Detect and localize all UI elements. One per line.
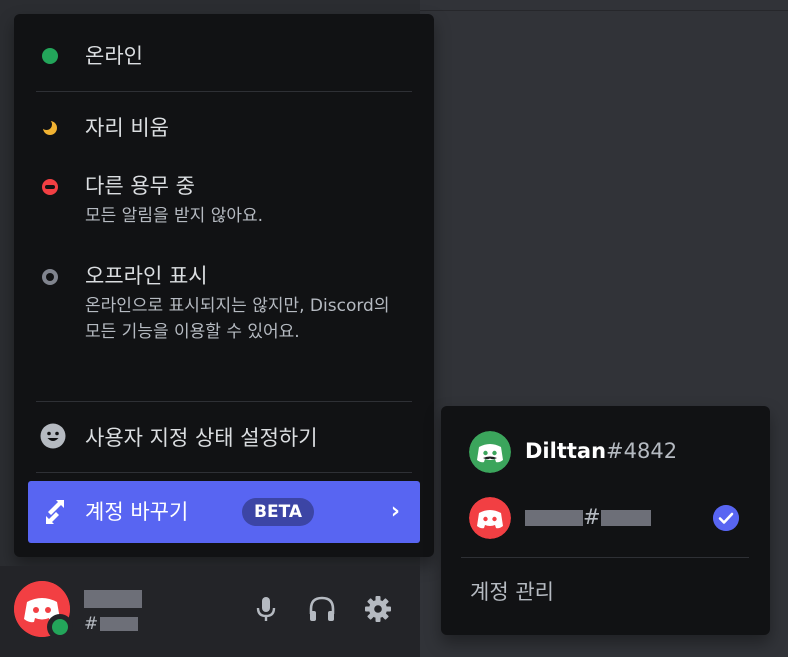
user-tag: # [84,614,139,634]
gear-icon[interactable] [361,592,395,626]
chevron-right-icon: › [390,499,400,524]
microphone-icon[interactable] [249,592,283,626]
account-username: Dilttan [525,439,607,463]
status-option-description: 온라인으로 표시되지는 않지만, Discord의 모든 기능을 이용할 수 있… [85,296,390,342]
status-option-dnd[interactable]: 다른 용무 중 모든 알림을 받지 않아요. [14,170,434,236]
dnd-status-icon [42,179,58,195]
popout-divider [461,557,749,558]
user-tag-prefix: # [84,614,99,634]
switch-accounts-label: 계정 바꾸기 [85,500,189,524]
chat-header-strip [420,0,788,11]
account-item-current[interactable]: # [441,495,770,541]
account-item[interactable]: Dilttan#4842 [441,429,770,475]
menu-divider [36,401,412,402]
account-name: Dilttan#4842 [525,439,677,463]
status-option-title: 자리 비움 [85,116,169,140]
beta-badge: BETA [242,498,315,526]
status-option-description: 모든 알림을 받지 않아요. [85,206,264,226]
smiley-icon [40,423,66,449]
moon-icon [42,120,57,135]
menu-divider [36,472,412,473]
account-tag: # [583,505,601,529]
account-switcher-popout: Dilttan#4842 # 계정 관리 [441,406,770,635]
account-avatar [469,431,511,473]
redacted-username [525,510,583,526]
switch-accounts-item[interactable]: 계정 바꾸기 BETA › [28,481,420,543]
account-name: # [525,505,651,529]
status-option-title: 다른 용무 중 [85,174,195,198]
status-option-title: 오프라인 표시 [85,264,208,288]
custom-status-option[interactable]: 사용자 지정 상태 설정하기 [14,420,434,454]
online-status-icon [47,614,73,640]
online-status-icon [42,48,58,64]
invisible-status-icon [42,269,58,285]
status-option-invisible[interactable]: 오프라인 표시 온라인으로 표시되지는 않지만, Discord의 모든 기능을… [14,260,434,380]
status-option-online[interactable]: 온라인 [14,38,434,72]
status-option-title: 온라인 [85,44,143,68]
status-option-idle[interactable]: 자리 비움 [14,110,434,144]
redacted-username [84,590,142,608]
redacted-tag [100,617,139,631]
switch-accounts-icon [46,500,64,524]
user-panel: # [0,566,420,657]
menu-divider [36,91,412,92]
account-avatar [469,497,511,539]
redacted-tag [600,510,651,526]
manage-accounts-link[interactable]: 계정 관리 [470,576,554,606]
headphones-icon[interactable] [305,592,339,626]
account-tag: #4842 [606,439,678,463]
status-menu: 온라인 자리 비움 다른 용무 중 모든 알림을 받지 않아요. 오프라인 표시… [14,14,434,557]
custom-status-label: 사용자 지정 상태 설정하기 [85,426,318,450]
checkmark-icon [713,505,739,531]
